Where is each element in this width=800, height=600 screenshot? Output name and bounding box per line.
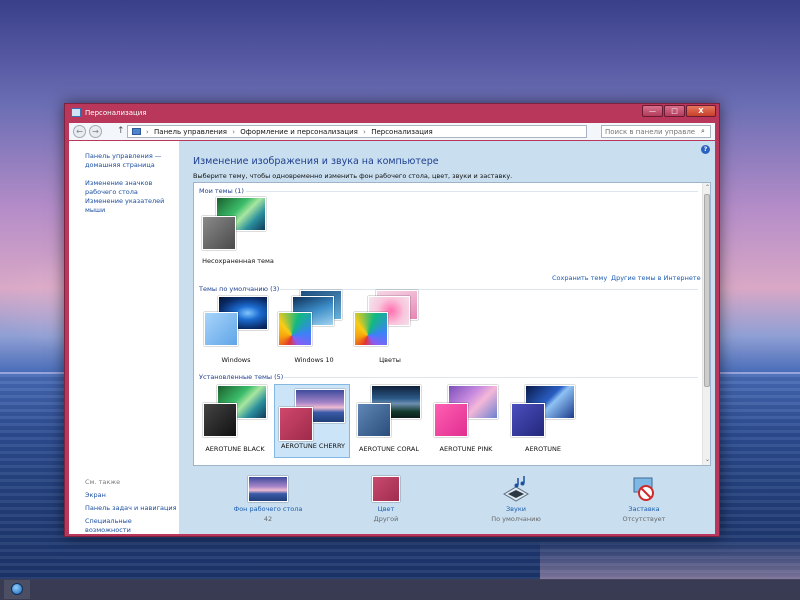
theme-unsaved[interactable]: Несохраненная тема — [200, 197, 276, 271]
theme-aerotune-cherry[interactable]: AEROTUNE CHERRY — [274, 384, 350, 458]
color-value: Другой — [373, 515, 399, 523]
control-panel-icon — [132, 128, 141, 135]
theme-label: AEROTUNE BLACK — [205, 445, 265, 453]
theme-settings-bar: Фон рабочего стола 42 Цвет Другой Звуки … — [193, 476, 711, 532]
sidebar-link-control-panel-home[interactable]: Панель управления — домашняя страница — [85, 152, 177, 170]
theme-color-swatch — [511, 403, 545, 437]
save-theme-link[interactable]: Сохранить тему — [552, 274, 607, 282]
breadcrumb-appearance[interactable]: Оформление и персонализация — [240, 128, 358, 136]
theme-color-swatch — [357, 403, 391, 437]
group-divider — [284, 377, 698, 378]
color-setting[interactable]: Цвет Другой — [331, 476, 441, 523]
desktop-background-thumbnail — [248, 476, 288, 502]
breadcrumb-personalization[interactable]: Персонализация — [371, 128, 433, 136]
help-icon[interactable]: ? — [701, 145, 710, 154]
more-themes-online-link[interactable]: Другие темы в Интернете — [611, 274, 701, 282]
title-bar[interactable]: Персонализация — □ X — [65, 104, 719, 121]
theme-label: AEROTUNE CHERRY — [280, 442, 346, 450]
sidebar-link-desktop-icons[interactable]: Изменение значков рабочего стола — [85, 179, 177, 197]
search-input[interactable] — [605, 127, 695, 137]
page-description: Выберите тему, чтобы одновременно измени… — [193, 172, 513, 180]
group-heading-default-themes: Темы по умолчанию (3) — [199, 285, 280, 293]
theme-color-swatch — [434, 403, 468, 437]
scroll-down-icon[interactable]: ⌄ — [704, 456, 710, 464]
theme-label: Windows 10 — [294, 356, 334, 364]
theme-color-swatch — [279, 407, 313, 441]
search-icon[interactable]: ⌕ — [701, 127, 705, 136]
sounds-icon — [501, 476, 531, 502]
sounds-link[interactable]: Звуки — [461, 505, 571, 513]
theme-label: Windows — [221, 356, 251, 364]
search-box[interactable]: ⌕ — [601, 125, 711, 138]
theme-label: AEROTUNE — [525, 445, 561, 453]
theme-label: AEROTUNE PINK — [439, 445, 493, 453]
sounds-value: По умолчанию — [491, 515, 541, 523]
desktop-background-value: 42 — [263, 515, 273, 523]
desktop-background-setting[interactable]: Фон рабочего стола 42 — [213, 476, 323, 523]
up-button[interactable]: ↑ — [117, 126, 125, 136]
theme-list-scrollbar[interactable]: ⌃ ⌄ — [702, 183, 710, 465]
theme-color-swatch — [202, 216, 236, 250]
start-orb-icon — [11, 583, 23, 595]
screensaver-icon — [631, 476, 657, 502]
group-heading-my-themes: Мои темы (1) — [199, 187, 244, 195]
group-divider — [246, 191, 698, 192]
desktop-background-link[interactable]: Фон рабочего стола — [213, 505, 323, 513]
window-title: Персонализация — [85, 109, 147, 117]
close-button[interactable]: X — [686, 105, 716, 117]
taskbar — [0, 579, 800, 600]
address-bar: ← → ↑ › Панель управления › Оформление и… — [69, 123, 715, 140]
theme-list: Мои темы (1) Несохраненная тема Сохранит… — [193, 182, 711, 466]
control-panel-icon — [71, 108, 81, 117]
sidebar-link-display[interactable]: Экран — [85, 491, 177, 500]
theme-aerotune[interactable]: AEROTUNE — [505, 385, 581, 459]
main-panel: ? Изменение изображения и звука на компь… — [179, 141, 715, 534]
screensaver-setting[interactable]: Заставка Отсутствует — [589, 476, 699, 523]
theme-windows-10[interactable]: Windows 10 — [276, 290, 352, 370]
scroll-thumb[interactable] — [704, 194, 710, 387]
breadcrumb-items: › Панель управления › Оформление и персо… — [146, 128, 436, 136]
theme-windows[interactable]: Windows — [198, 296, 274, 370]
color-link[interactable]: Цвет — [331, 505, 441, 513]
breadcrumb-separator: › — [232, 128, 236, 136]
see-also-heading: См. также — [85, 478, 121, 486]
sidebar-link-accessibility[interactable]: Специальные возможности — [85, 517, 177, 535]
personalization-window: Персонализация — □ X ← → ↑ › Панель упра… — [64, 103, 720, 537]
theme-aerotune-black[interactable]: AEROTUNE BLACK — [197, 385, 273, 459]
forward-button[interactable]: → — [89, 125, 102, 138]
color-swatch — [372, 476, 400, 502]
theme-flowers[interactable]: Цветы — [352, 290, 428, 370]
theme-color-swatch — [278, 312, 312, 346]
theme-label: Несохраненная тема — [202, 257, 274, 265]
screensaver-value: Отсутствует — [622, 515, 666, 523]
group-heading-installed-themes: Установленные темы (5) — [199, 373, 284, 381]
back-button[interactable]: ← — [73, 125, 86, 138]
theme-color-swatch — [203, 403, 237, 437]
wallpaper-beach — [540, 540, 800, 580]
maximize-button[interactable]: □ — [664, 105, 685, 117]
theme-color-swatch — [204, 312, 238, 346]
sidebar: Панель управления — домашняя страница Из… — [69, 141, 179, 534]
theme-color-swatch — [354, 312, 388, 346]
sidebar-link-taskbar[interactable]: Панель задач и навигация — [85, 504, 177, 513]
page-title: Изменение изображения и звука на компьют… — [193, 156, 439, 167]
breadcrumb-control-panel[interactable]: Панель управления — [154, 128, 227, 136]
start-button[interactable] — [4, 580, 30, 599]
content-area: Панель управления — домашняя страница Из… — [69, 141, 715, 534]
group-divider — [280, 289, 698, 290]
minimize-button[interactable]: — — [642, 105, 663, 117]
scroll-up-icon[interactable]: ⌃ — [704, 184, 710, 192]
theme-aerotune-coral[interactable]: AEROTUNE CORAL — [351, 385, 427, 459]
theme-aerotune-pink[interactable]: AEROTUNE PINK — [428, 385, 504, 459]
theme-label: AEROTUNE CORAL — [359, 445, 419, 453]
breadcrumb-separator: › — [363, 128, 366, 136]
screensaver-link[interactable]: Заставка — [589, 505, 699, 513]
sounds-setting[interactable]: Звуки По умолчанию — [461, 476, 571, 523]
breadcrumb-separator: › — [146, 128, 149, 136]
sidebar-link-mouse-pointers[interactable]: Изменение указателей мыши — [85, 197, 177, 215]
theme-label: Цветы — [379, 356, 401, 364]
breadcrumb[interactable]: › Панель управления › Оформление и персо… — [127, 125, 645, 138]
